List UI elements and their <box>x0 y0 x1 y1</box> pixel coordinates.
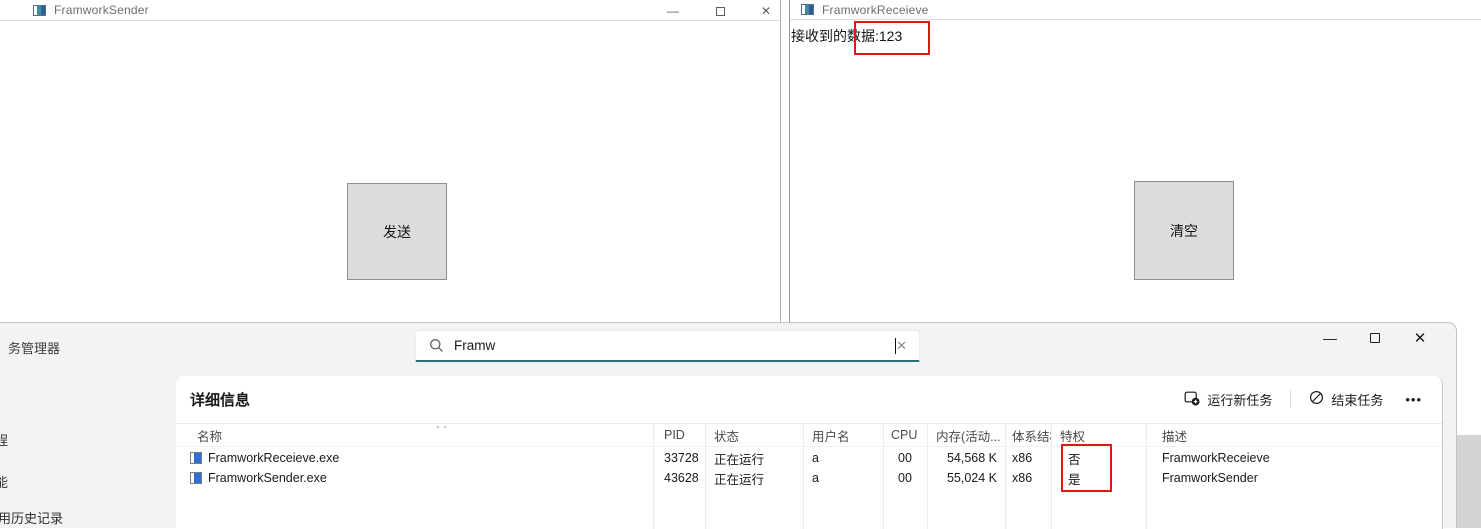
sidebar-item-performance[interactable]: 能 <box>0 472 8 491</box>
process-user: a <box>803 471 883 485</box>
annotation-box-privilege <box>1061 444 1112 492</box>
maximize-icon[interactable] <box>1364 327 1386 349</box>
details-toolbar: 运行新任务 结束任务 ••• <box>1174 386 1434 412</box>
process-arch: x86 <box>1005 451 1051 465</box>
run-new-task-label: 运行新任务 <box>1207 390 1272 409</box>
column-divider <box>1005 424 1006 529</box>
column-header-description[interactable]: 描述 <box>1146 426 1442 445</box>
run-new-task-icon <box>1184 390 1200 409</box>
column-header-arch[interactable]: 体系结构 <box>1005 426 1051 445</box>
column-header-memory[interactable]: 内存(活动... <box>927 426 1005 445</box>
column-divider <box>803 424 804 529</box>
process-app-icon <box>190 452 202 464</box>
process-app-icon <box>190 472 202 484</box>
more-options-icon[interactable]: ••• <box>1393 388 1434 411</box>
clear-button[interactable]: 清空 <box>1134 181 1234 280</box>
table-row[interactable]: FramworkSender.exe 43628 正在运行 a 00 55,02… <box>176 468 1442 488</box>
process-memory: 54,568 K <box>927 451 1005 465</box>
annotation-box-received-value <box>854 21 930 55</box>
search-clear-icon[interactable]: ✕ <box>896 338 907 354</box>
toolbar-divider <box>1290 390 1291 408</box>
column-header-pid[interactable]: PID <box>653 428 705 442</box>
process-pid: 43628 <box>653 471 705 485</box>
column-divider <box>883 424 884 529</box>
column-header-status[interactable]: 状态 <box>705 426 803 445</box>
search-icon <box>429 338 444 353</box>
sidebar-item-app-history[interactable]: 用历史记录 <box>0 508 63 527</box>
process-name: FramworkReceieve.exe <box>208 451 339 465</box>
column-header-cpu[interactable]: CPU <box>883 428 927 442</box>
table-header-row: 名称 PID 状态 用户名 CPU 内存(活动... 体系结构 特权 描述 <box>176 424 1442 447</box>
process-cpu: 00 <box>883 451 927 465</box>
process-description: FramworkSender <box>1146 471 1442 485</box>
run-new-task-button[interactable]: 运行新任务 <box>1174 386 1282 413</box>
process-description: FramworkReceieve <box>1146 451 1442 465</box>
end-task-label: 结束任务 <box>1331 390 1383 409</box>
minimize-icon[interactable]: — <box>664 2 682 20</box>
receiver-window-title: FramworkReceieve <box>822 3 929 17</box>
app-window-icon <box>33 5 46 16</box>
sender-titlebar: FramworkSender — ✕ <box>0 0 780 21</box>
end-task-icon <box>1309 390 1324 408</box>
process-user: a <box>803 451 883 465</box>
sort-ascending-icon <box>437 426 447 432</box>
details-panel: 详细信息 运行新任务 <box>176 376 1443 529</box>
search-input[interactable] <box>454 338 894 353</box>
details-title: 详细信息 <box>190 389 250 410</box>
column-divider <box>705 424 706 529</box>
process-name: FramworkSender.exe <box>208 471 327 485</box>
table-row[interactable]: FramworkReceieve.exe 33728 正在运行 a 00 54,… <box>176 448 1442 468</box>
close-icon[interactable]: ✕ <box>757 2 775 20</box>
process-arch: x86 <box>1005 471 1051 485</box>
column-header-user[interactable]: 用户名 <box>803 426 883 445</box>
column-divider <box>1146 424 1147 529</box>
close-icon[interactable]: ✕ <box>1409 327 1431 349</box>
maximize-icon[interactable] <box>711 2 729 20</box>
process-pid: 33728 <box>653 451 705 465</box>
process-cpu: 00 <box>883 471 927 485</box>
sender-window-title: FramworkSender <box>54 3 149 17</box>
column-divider <box>1051 424 1052 529</box>
send-button[interactable]: 发送 <box>347 183 447 280</box>
framworksender-window: FramworkSender — ✕ 发送 <box>0 0 781 322</box>
column-divider <box>653 424 654 529</box>
search-box[interactable]: ✕ <box>415 330 920 362</box>
process-table: 名称 PID 状态 用户名 CPU 内存(活动... 体系结构 特权 描述 Fr… <box>176 423 1442 529</box>
column-divider <box>927 424 928 529</box>
framworkreceieve-window: FramworkReceieve 接收到的数据:123 清空 <box>789 0 1481 322</box>
process-status: 正在运行 <box>705 469 803 488</box>
minimize-icon[interactable]: — <box>1319 327 1341 349</box>
column-header-name[interactable]: 名称 <box>176 426 653 445</box>
app-window-icon <box>801 4 814 15</box>
sidebar-item-processes[interactable]: 程 <box>0 430 8 449</box>
process-memory: 55,024 K <box>927 471 1005 485</box>
end-task-button[interactable]: 结束任务 <box>1299 386 1393 413</box>
task-manager-title-fragment: 务管理器 <box>8 338 60 357</box>
column-header-privilege[interactable]: 特权 <box>1051 426 1146 445</box>
task-manager-window: 务管理器 — ✕ ✕ 程 能 用历史记录 详细信息 <box>0 322 1457 528</box>
process-status: 正在运行 <box>705 449 803 468</box>
receiver-titlebar: FramworkReceieve <box>790 0 1481 20</box>
